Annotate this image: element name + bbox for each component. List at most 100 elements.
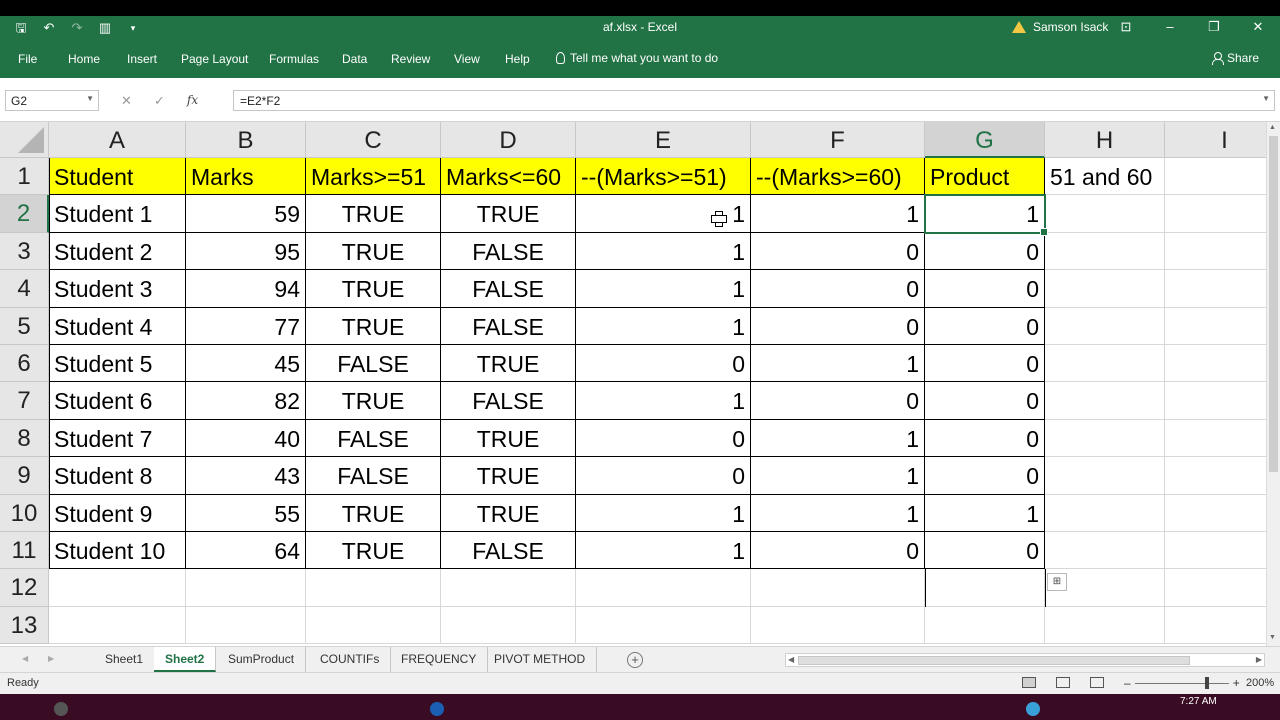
- tab-help[interactable]: Help: [505, 52, 530, 66]
- row-header-13[interactable]: 13: [0, 606, 49, 645]
- cell-d7[interactable]: FALSE: [441, 382, 576, 420]
- cell-d5[interactable]: FALSE: [441, 307, 576, 345]
- row-header-2[interactable]: 2: [0, 195, 49, 233]
- row-header-6[interactable]: 6: [0, 345, 49, 383]
- cell-f11[interactable]: 0: [751, 532, 925, 570]
- row-header-3[interactable]: 3: [0, 232, 49, 271]
- column-header-b[interactable]: B: [186, 122, 306, 158]
- normal-view-icon[interactable]: [1022, 677, 1036, 688]
- cell-e3[interactable]: 1: [576, 232, 751, 271]
- sheet-tab-pivot-method[interactable]: PIVOT METHOD: [483, 647, 598, 672]
- cell-i4[interactable]: [1165, 270, 1266, 308]
- cell-e10[interactable]: 1: [576, 494, 751, 532]
- cell-c5[interactable]: TRUE: [306, 307, 441, 345]
- insert-function-icon[interactable]: fx: [176, 90, 209, 111]
- cell-e6[interactable]: 0: [576, 345, 751, 383]
- start-icon[interactable]: [54, 702, 68, 716]
- cell-i12[interactable]: [1165, 569, 1266, 607]
- cell-b10[interactable]: 55: [186, 494, 306, 532]
- cell-f10[interactable]: 1: [751, 494, 925, 532]
- chevron-down-icon[interactable]: ▼: [86, 94, 94, 103]
- horizontal-scroll-thumb[interactable]: [798, 656, 1190, 665]
- cell-f4[interactable]: 0: [751, 270, 925, 308]
- row-header-7[interactable]: 7: [0, 382, 49, 420]
- cell-f12[interactable]: [751, 569, 925, 607]
- cell-h7[interactable]: [1045, 382, 1165, 420]
- cell-g6[interactable]: 0: [925, 345, 1045, 383]
- cell-f5[interactable]: 0: [751, 307, 925, 345]
- cell-b12[interactable]: [186, 569, 306, 607]
- cell-c10[interactable]: TRUE: [306, 494, 441, 532]
- close-icon[interactable]: ✕: [1236, 16, 1280, 40]
- tab-page-layout[interactable]: Page Layout: [181, 52, 248, 66]
- cell-h4[interactable]: [1045, 270, 1165, 308]
- cell-h3[interactable]: [1045, 232, 1165, 271]
- cell-g13[interactable]: [925, 606, 1045, 645]
- cell-f13[interactable]: [751, 606, 925, 645]
- tab-home[interactable]: Home: [68, 52, 100, 66]
- cell-c12[interactable]: [306, 569, 441, 607]
- cell-i7[interactable]: [1165, 382, 1266, 420]
- vertical-scrollbar[interactable]: ▲ ▼: [1266, 122, 1280, 646]
- zoom-track[interactable]: [1134, 676, 1229, 689]
- add-sheet-button[interactable]: +: [627, 652, 643, 668]
- column-header-f[interactable]: F: [751, 122, 925, 158]
- cell-d9[interactable]: TRUE: [441, 457, 576, 495]
- tab-insert[interactable]: Insert: [127, 52, 157, 66]
- cell-g8[interactable]: 0: [925, 419, 1045, 458]
- scroll-right-icon[interactable]: ▶: [1256, 655, 1262, 664]
- tab-view[interactable]: View: [454, 52, 480, 66]
- cell-c11[interactable]: TRUE: [306, 532, 441, 570]
- formula-input[interactable]: =E2*F2 ▼: [233, 90, 1275, 111]
- cell-f8[interactable]: 1: [751, 419, 925, 458]
- tell-me-box[interactable]: Tell me what you want to do: [556, 51, 718, 65]
- select-all-corner[interactable]: [0, 122, 49, 158]
- row-header-5[interactable]: 5: [0, 307, 49, 345]
- column-header-c[interactable]: C: [306, 122, 441, 158]
- cell-h5[interactable]: [1045, 307, 1165, 345]
- column-header-i[interactable]: I: [1165, 122, 1266, 158]
- sheet-tab-sheet2[interactable]: Sheet2: [154, 647, 217, 672]
- cell-d12[interactable]: [441, 569, 576, 607]
- sheet-tab-sheet1[interactable]: Sheet1: [94, 647, 156, 672]
- cell-c8[interactable]: FALSE: [306, 419, 441, 458]
- active-cell-g2[interactable]: [924, 194, 1048, 237]
- cell-e5[interactable]: 1: [576, 307, 751, 345]
- cell-h6[interactable]: [1045, 345, 1165, 383]
- cell-a7[interactable]: Student 6: [49, 382, 186, 420]
- restore-icon[interactable]: ❐: [1192, 16, 1236, 40]
- prev-sheet-icon[interactable]: ◀: [22, 654, 28, 663]
- cell-d3[interactable]: FALSE: [441, 232, 576, 271]
- cell-g3[interactable]: 0: [925, 232, 1045, 271]
- tab-file[interactable]: File: [18, 52, 37, 66]
- cell-c13[interactable]: [306, 606, 441, 645]
- cell-f2[interactable]: 1: [751, 195, 925, 233]
- cell-c3[interactable]: TRUE: [306, 232, 441, 271]
- horizontal-scrollbar[interactable]: ◀ ▶: [785, 653, 1265, 667]
- cell-c4[interactable]: TRUE: [306, 270, 441, 308]
- cell-i11[interactable]: [1165, 532, 1266, 570]
- cell-e1[interactable]: --(Marks>=51): [576, 158, 751, 196]
- cell-h2[interactable]: [1045, 195, 1165, 233]
- cell-d13[interactable]: [441, 606, 576, 645]
- cell-b5[interactable]: 77: [186, 307, 306, 345]
- cell-i2[interactable]: [1165, 195, 1266, 233]
- cell-g10[interactable]: 1: [925, 494, 1045, 532]
- cell-h1[interactable]: 51 and 60: [1045, 158, 1165, 196]
- enter-icon[interactable]: ✓: [143, 90, 176, 111]
- zoom-slider[interactable]: – +: [1124, 676, 1240, 690]
- row-header-4[interactable]: 4: [0, 270, 49, 308]
- cell-a9[interactable]: Student 8: [49, 457, 186, 495]
- column-header-g[interactable]: G: [925, 122, 1045, 158]
- row-header-8[interactable]: 8: [0, 419, 49, 458]
- name-box[interactable]: G2 ▼: [5, 90, 99, 111]
- page-break-view-icon[interactable]: [1090, 677, 1104, 688]
- cell-h9[interactable]: [1045, 457, 1165, 495]
- app-icon[interactable]: [430, 702, 444, 716]
- quick-analysis-icon[interactable]: ⊞: [1047, 573, 1067, 592]
- cell-a12[interactable]: [49, 569, 186, 607]
- cell-c2[interactable]: TRUE: [306, 195, 441, 233]
- cell-d11[interactable]: FALSE: [441, 532, 576, 570]
- zoom-level[interactable]: 200%: [1246, 677, 1274, 689]
- cell-b2[interactable]: 59: [186, 195, 306, 233]
